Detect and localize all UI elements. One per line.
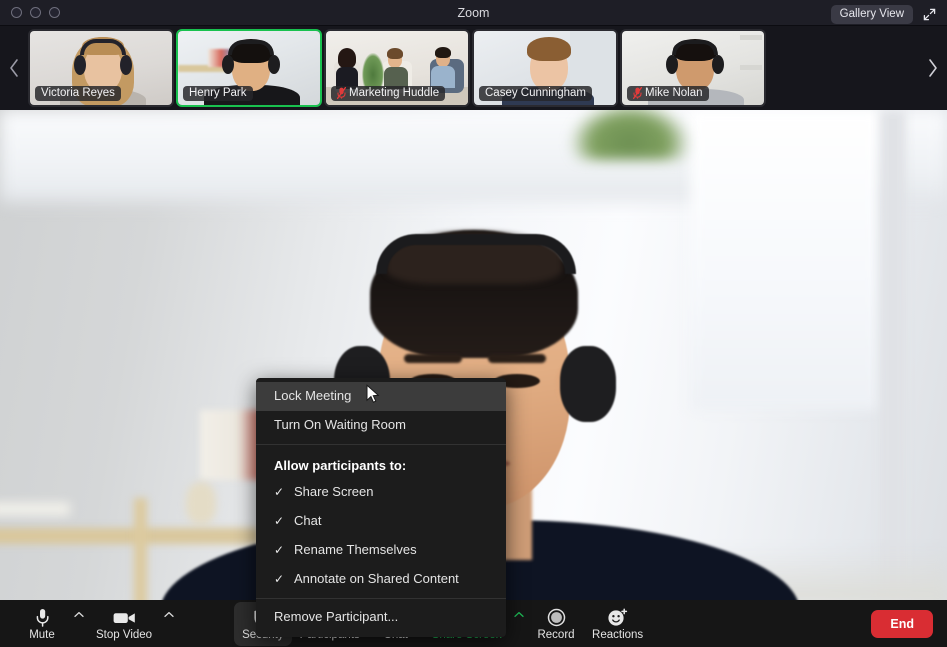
participant-name: Casey Cunningham [485,87,587,99]
shelf-leg [134,498,147,600]
menu-item-chat[interactable]: ✓ Chat [256,507,506,536]
microphone-icon [35,608,50,627]
checkmark-icon: ✓ [274,543,285,557]
stop-video-button-label: Stop Video [96,629,153,641]
zoom-meeting-window: Zoom Gallery View Victoria Reyes Henry P… [0,0,947,647]
menu-section-header-allow-participants: Allow participants to: [256,449,506,478]
maximize-button[interactable] [49,7,60,18]
title-bar: Zoom Gallery View [0,0,947,26]
menu-item-label: Share Screen [294,484,374,499]
end-meeting-button[interactable]: End [871,609,933,638]
menu-item-label: Remove Participant... [274,609,399,624]
menu-separator-top [256,444,506,445]
shelf-top-item [0,502,70,516]
thumbnail-marketing-huddle[interactable]: Marketing Huddle [324,29,470,107]
thumbnail-victoria-reyes[interactable]: Victoria Reyes [28,29,174,107]
close-button[interactable] [11,7,22,18]
menu-item-turn-on-waiting-room[interactable]: Turn On Waiting Room [256,411,506,440]
thumbnail-name-badge: Marketing Huddle [331,86,446,101]
menu-item-label: Lock Meeting [274,388,352,403]
minimize-button[interactable] [30,7,41,18]
menu-section-label: Allow participants to: [274,458,407,473]
thumbnail-list: Victoria Reyes Henry Park Marketing Hudd… [28,26,919,110]
participant-name: Victoria Reyes [41,87,115,99]
participant-name: Mike Nolan [645,87,703,99]
video-camera-icon [113,608,136,627]
thumbnail-henry-park[interactable]: Henry Park [176,29,322,107]
headphone-band-icon [376,234,576,274]
smiley-plus-icon [607,608,628,627]
window-title: Zoom [457,6,490,20]
muted-microphone-icon [633,87,642,99]
participant-name: Marketing Huddle [349,87,440,99]
window-controls[interactable] [0,7,60,18]
participant-filmstrip: Victoria Reyes Henry Park Marketing Hudd… [0,26,947,110]
window-frame [880,110,906,600]
menu-item-lock-meeting[interactable]: Lock Meeting [256,382,506,411]
muted-microphone-icon [337,87,346,99]
thumbnail-name-badge: Casey Cunningham [479,86,593,101]
speaker-eyebrow-left [404,354,462,363]
title-bar-actions: Gallery View [830,4,939,24]
record-button[interactable]: Record [528,602,584,646]
thumbnail-mike-nolan[interactable]: Mike Nolan [620,29,766,107]
toolbar-right-group: End [871,609,947,638]
shelf-board [0,528,260,544]
vase-decor [186,482,216,524]
thumbnail-casey-cunningham[interactable]: Casey Cunningham [472,29,618,107]
share-screen-options-chevron-up-icon[interactable] [510,602,528,646]
thumbnail-name-badge: Henry Park [183,86,253,101]
menu-item-rename-themselves[interactable]: ✓ Rename Themselves [256,536,506,565]
toolbar-left-group: Mute Stop Video [0,602,178,646]
checkmark-icon: ✓ [274,514,285,528]
menu-item-remove-participant[interactable]: Remove Participant... [256,603,506,632]
mute-button-label: Mute [29,629,55,641]
menu-item-label: Rename Themselves [294,542,417,557]
stop-video-button[interactable]: Stop Video [88,602,160,646]
menu-item-annotate-on-shared-content[interactable]: ✓ Annotate on Shared Content [256,565,506,594]
thumbnail-name-badge: Mike Nolan [627,86,709,101]
record-button-label: Record [537,629,575,641]
menu-item-share-screen[interactable]: ✓ Share Screen [256,478,506,507]
menu-item-label: Chat [294,513,322,528]
participant-name: Henry Park [189,87,247,99]
video-options-chevron-up-icon[interactable] [160,602,178,646]
chevron-left-icon[interactable] [0,26,28,110]
mute-options-chevron-up-icon[interactable] [70,602,88,646]
speaker-eyebrow-right [488,354,546,363]
gallery-view-button[interactable]: Gallery View [830,4,913,24]
checkmark-icon: ✓ [274,485,285,499]
menu-item-label: Annotate on Shared Content [294,571,459,586]
chevron-right-icon[interactable] [919,26,947,110]
menu-item-label: Turn On Waiting Room [274,417,406,432]
plant-decor [570,110,690,160]
checkmark-icon: ✓ [274,572,285,586]
headphone-cup-right-icon [560,346,616,422]
window-pane [690,110,880,410]
menu-separator-bottom [256,598,506,599]
reactions-button-label: Reactions [592,629,644,641]
security-dropdown-menu: Lock Meeting Turn On Waiting Room Allow … [256,378,506,637]
expand-diagonal-icon[interactable] [919,4,939,24]
thumbnail-name-badge: Victoria Reyes [35,86,121,101]
record-circle-icon [547,608,566,627]
reactions-button[interactable]: Reactions [584,602,651,646]
mute-button[interactable]: Mute [14,602,70,646]
